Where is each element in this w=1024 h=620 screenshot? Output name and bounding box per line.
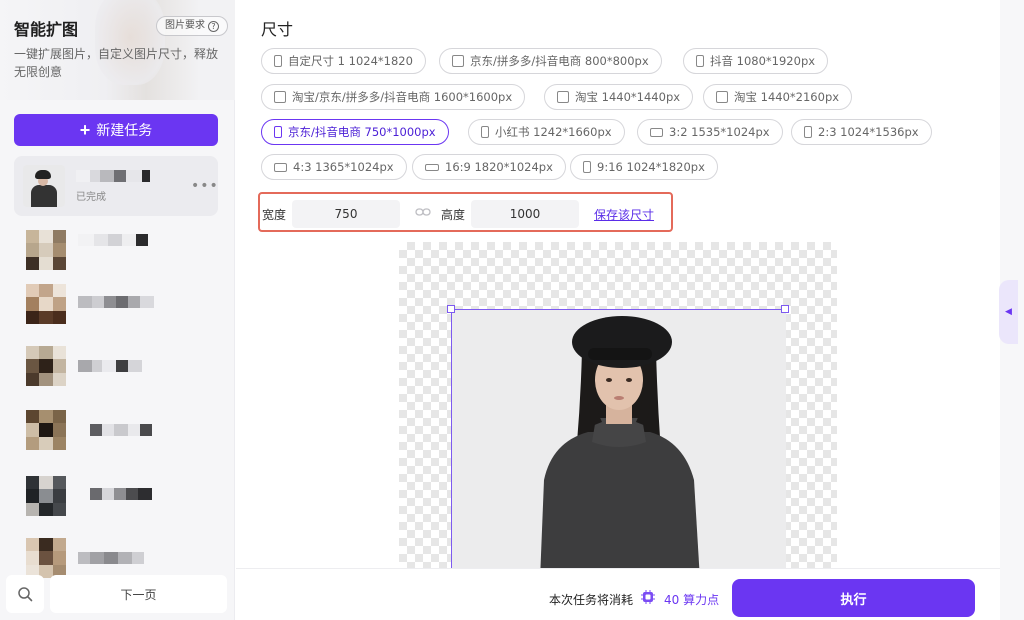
preset-jd-douyin-750x1000[interactable]: 京东/抖音电商 750*1000px [261,119,449,145]
task-item[interactable] [26,346,218,390]
task-item[interactable] [26,476,218,520]
plus-icon: + [79,120,91,140]
square-ratio-icon [274,91,286,103]
task-thumbnail [23,165,65,207]
preset-3-2[interactable]: 3:2 1535*1024px [637,119,783,145]
portrait-ratio-icon [696,55,704,67]
portrait-photo [452,310,786,568]
landscape-ratio-icon [650,127,663,137]
width-input[interactable] [292,200,400,228]
resize-handle-top-left[interactable] [447,305,455,313]
question-circle-icon: ? [208,20,219,32]
task-name-redacted [90,424,152,436]
height-input[interactable] [471,200,579,228]
width-label: 宽度 [262,208,287,222]
cost-text: 本次任务将消耗 [549,593,634,607]
preset-custom-1024x1820[interactable]: 自定尺寸 1 1024*1820 [261,48,426,74]
size-section-title: 尺寸 [261,20,294,39]
preset-douyin-1080x1920[interactable]: 抖音 1080*1920px [683,48,829,74]
compute-chip-icon [641,590,655,604]
task-name-redacted [76,170,150,182]
task-name-redacted [78,234,148,246]
image-requirements-button[interactable]: 图片要求 ? [156,16,228,36]
task-thumbnail [26,476,66,516]
task-thumbnail [26,410,66,450]
next-page-button[interactable]: 下一页 [50,575,227,613]
new-task-label: 新建任务 [96,122,153,138]
square-ratio-icon [452,55,464,67]
more-dots-icon[interactable]: ••• [191,178,219,194]
task-item-active[interactable]: 已完成 ••• [14,156,218,216]
portrait-ratio-icon [274,126,282,138]
preset-label: 16:9 1820*1024px [445,160,553,174]
task-item[interactable] [26,410,218,454]
cost-value: 40 算力点 [664,593,720,607]
task-thumbnail [26,346,66,386]
preset-taobao-1440x1440[interactable]: 淘宝 1440*1440px [544,84,694,110]
preset-label: 淘宝/京东/拼多多/抖音电商 1600*1600px [292,90,513,104]
image-requirements-label: 图片要求 [165,20,205,31]
portrait-ratio-icon [481,126,489,138]
preset-label: 淘宝 1440*2160px [734,90,840,104]
new-task-button[interactable]: + 新建任务 [14,114,218,146]
sidebar-description: 一键扩展图片，自定义图片尺寸，释放无限创意 [14,47,219,79]
preset-label: 抖音 1080*1920px [710,54,816,68]
portrait-ratio-icon [274,55,282,67]
task-name-redacted [90,488,152,500]
save-size-link[interactable]: 保存该尺寸 [594,206,654,223]
square-ratio-icon [557,91,569,103]
task-thumbnail [26,284,66,324]
landscape-ratio-icon [274,162,287,172]
preset-label: 淘宝 1440*1440px [575,90,681,104]
task-thumbnail [26,230,66,270]
task-item[interactable] [26,284,218,328]
link-ratio-icon[interactable] [415,205,431,219]
preset-16-9[interactable]: 16:9 1820*1024px [412,154,566,180]
task-name-redacted [78,360,142,372]
caret-left-icon: ◀ [1005,307,1012,317]
preset-label: 自定尺寸 1 1024*1820 [288,54,413,68]
custom-size-row: 宽度 高度 保存该尺寸 [258,192,673,232]
sidebar-title: 智能扩图 [14,20,79,39]
task-status: 已完成 [76,192,106,203]
wide-ratio-icon [425,163,439,171]
sidebar: 智能扩图 图片要求 ? 一键扩展图片，自定义图片尺寸，释放无限创意 + 新建任务… [0,0,235,620]
panel-toggle-button[interactable]: ◀ [999,280,1018,344]
portrait-ratio-icon [804,126,812,138]
search-icon [18,587,33,602]
preset-label: 9:16 1024*1820px [597,160,705,174]
task-name-redacted [78,296,154,308]
task-thumbnail [26,538,66,578]
preset-9-16[interactable]: 9:16 1024*1820px [570,154,718,180]
preset-4-3[interactable]: 4:3 1365*1024px [261,154,407,180]
square-ratio-icon [716,91,728,103]
preset-label: 京东/拼多多/抖音电商 800*800px [470,54,649,68]
preset-label: 京东/抖音电商 750*1000px [288,125,436,139]
task-item[interactable] [26,230,218,274]
task-name-redacted [78,552,144,564]
preset-label: 小红书 1242*1660px [495,125,612,139]
preset-taobao-1440x2160[interactable]: 淘宝 1440*2160px [703,84,853,110]
preset-label: 2:3 1024*1536px [818,125,919,139]
action-bar: 本次任务将消耗 40 算力点 执行 [236,568,1000,620]
preset-label: 3:2 1535*1024px [669,125,770,139]
preset-label: 4:3 1365*1024px [293,160,394,174]
expand-canvas[interactable] [399,242,837,568]
resize-handle-top-right[interactable] [781,305,789,313]
source-image-frame[interactable] [451,309,786,568]
preset-ecommerce-1600x1600[interactable]: 淘宝/京东/拼多多/抖音电商 1600*1600px [261,84,526,110]
preset-2-3[interactable]: 2:3 1024*1536px [791,119,932,145]
preset-ecommerce-800x800[interactable]: 京东/拼多多/抖音电商 800*800px [439,48,662,74]
search-button[interactable] [6,575,44,613]
execute-button[interactable]: 执行 [732,579,975,617]
height-label: 高度 [441,208,466,222]
portrait-ratio-icon [583,161,591,173]
preset-xiaohongshu-1242x1660[interactable]: 小红书 1242*1660px [468,119,625,145]
